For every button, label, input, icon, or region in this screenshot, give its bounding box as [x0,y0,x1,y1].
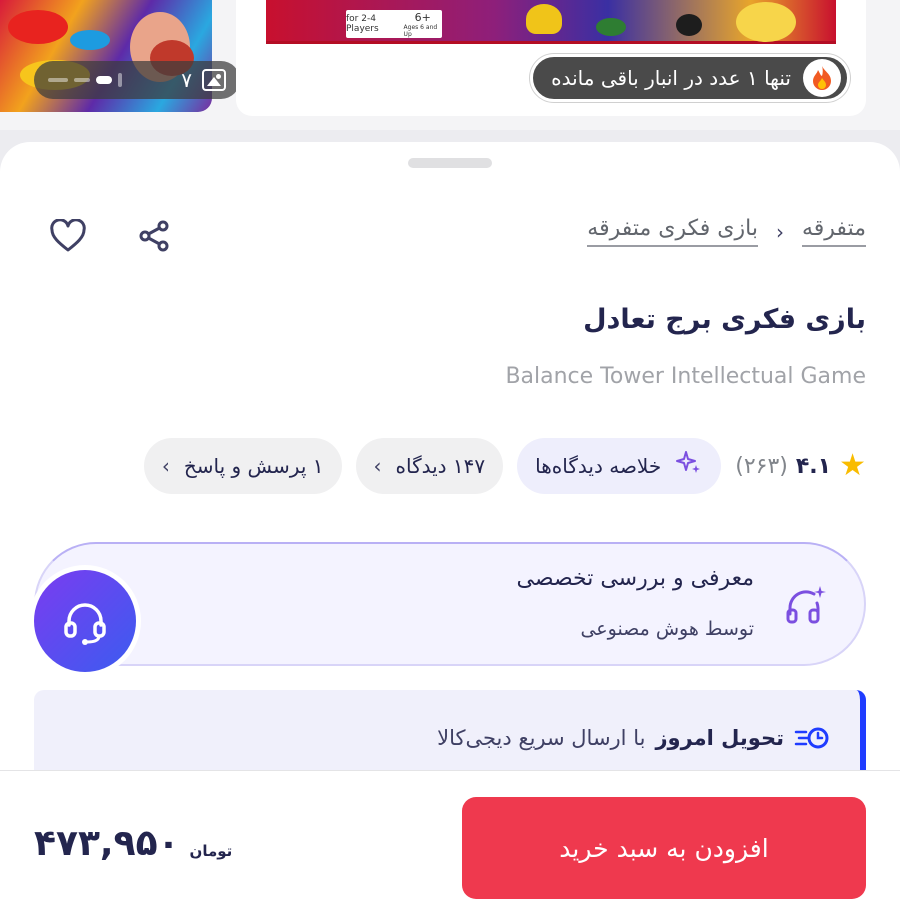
reviews-label: ۱۴۷ دیدگاه [395,454,486,478]
breadcrumb: متفرقه ‹ بازی فکری متفرقه [587,216,866,247]
heart-icon [50,219,86,252]
box-age-text: 6+ [414,10,431,24]
gallery-dots [48,73,171,87]
product-subtitle: Balance Tower Intellectual Game [505,364,866,389]
sparkle-icon [675,449,703,483]
low-stock-text: تنها ۱ عدد در انبار باقی مانده [551,66,791,90]
fire-icon [803,59,841,97]
ai-review-subtitle: توسط هوش مصنوعی [580,618,754,640]
delivery-row: تحویل امروز با ارسال سریع دیجی‌کالا [437,726,830,750]
ai-assistant-button[interactable] [34,570,136,672]
purchase-bar: افزودن به سبد خرید تومان ۴۷۳,۹۵۰ [0,770,900,900]
product-info-sheet: متفرقه ‹ بازی فکری متفرقه بازی فکری برج … [0,142,900,782]
box-art-piece [676,14,702,36]
fast-delivery-icon [794,727,829,749]
currency-label: تومان [189,842,233,860]
delivery-today-label: تحویل امروز [655,726,784,750]
headset-icon [64,603,106,645]
box-art-piece [596,18,626,36]
product-meta-chips: ★ ۴.۱ (۲۶۳) خلاصه دیدگاه‌ها ۱۴۷ دیدگاه ›… [143,438,866,494]
questions-chip[interactable]: ۱ پرسش و پاسخ › [143,438,342,494]
reviews-chip[interactable]: ۱۴۷ دیدگاه › [355,438,504,494]
sheet-drag-handle[interactable] [408,158,492,168]
questions-label: ۱ پرسش و پاسخ [183,454,324,478]
price: تومان ۴۷۳,۹۵۰ [34,823,232,864]
ai-review-summary-chip[interactable]: خلاصه دیدگاه‌ها [517,438,722,494]
gallery-dot [48,78,68,82]
rating-score: ۴.۱ [795,453,832,479]
share-button[interactable] [132,214,176,258]
chevron-left-icon: › [161,454,170,478]
ai-headset-icon [786,586,826,624]
delivery-description: با ارسال سریع دیجی‌کالا [437,726,646,750]
price-amount: ۴۷۳,۹۵۰ [34,823,180,864]
product-title: بازی فکری برج تعادل [583,304,866,335]
box-art-piece [526,4,562,34]
breadcrumb-item-category[interactable]: متفرقه [801,216,866,247]
product-page: ۷ for 2-4 Players 6+ Ages 6 and Up تنها … [0,0,900,900]
ai-summary-label: خلاصه دیدگاه‌ها [535,454,662,478]
star-icon: ★ [839,448,866,483]
chevron-left-icon: › [373,454,382,478]
gallery-dot-active [96,76,112,84]
image-count: ۷ [181,68,192,92]
chevron-left-icon: ‹ [775,219,784,244]
image-icon [202,69,226,91]
rating: ★ ۴.۱ (۲۶۳) [735,451,866,481]
low-stock-badge: تنها ۱ عدد در انبار باقی مانده [530,54,850,102]
ai-review-title: معرفی و بررسی تخصصی [516,566,754,591]
favorite-button[interactable] [46,214,90,258]
gallery-dot [118,73,122,87]
gallery-image-main[interactable]: for 2-4 Players 6+ Ages 6 and Up تنها ۱ … [236,0,866,116]
product-box-art: for 2-4 Players 6+ Ages 6 and Up [266,0,836,44]
box-age-sub-text: Ages 6 and Up [403,23,438,38]
ai-expert-review-card[interactable]: معرفی و بررسی تخصصی توسط هوش مصنوعی [34,542,866,672]
box-label: for 2-4 Players 6+ Ages 6 and Up [346,10,442,38]
share-icon [139,220,169,252]
rating-count: (۲۶۳) [735,453,788,479]
image-gallery[interactable]: ۷ for 2-4 Players 6+ Ages 6 and Up تنها … [0,0,900,130]
add-to-cart-button[interactable]: افزودن به سبد خرید [462,797,866,899]
breadcrumb-item-subcategory[interactable]: بازی فکری متفرقه [587,216,758,247]
image-counter-badge[interactable]: ۷ [34,61,240,99]
box-age: 6+ Ages 6 and Up [404,11,442,38]
delivery-info[interactable]: تحویل امروز با ارسال سریع دیجی‌کالا [34,690,866,782]
box-players-text: for 2-4 Players [346,14,379,34]
box-art-piece [736,2,796,42]
gallery-dot [74,78,90,82]
